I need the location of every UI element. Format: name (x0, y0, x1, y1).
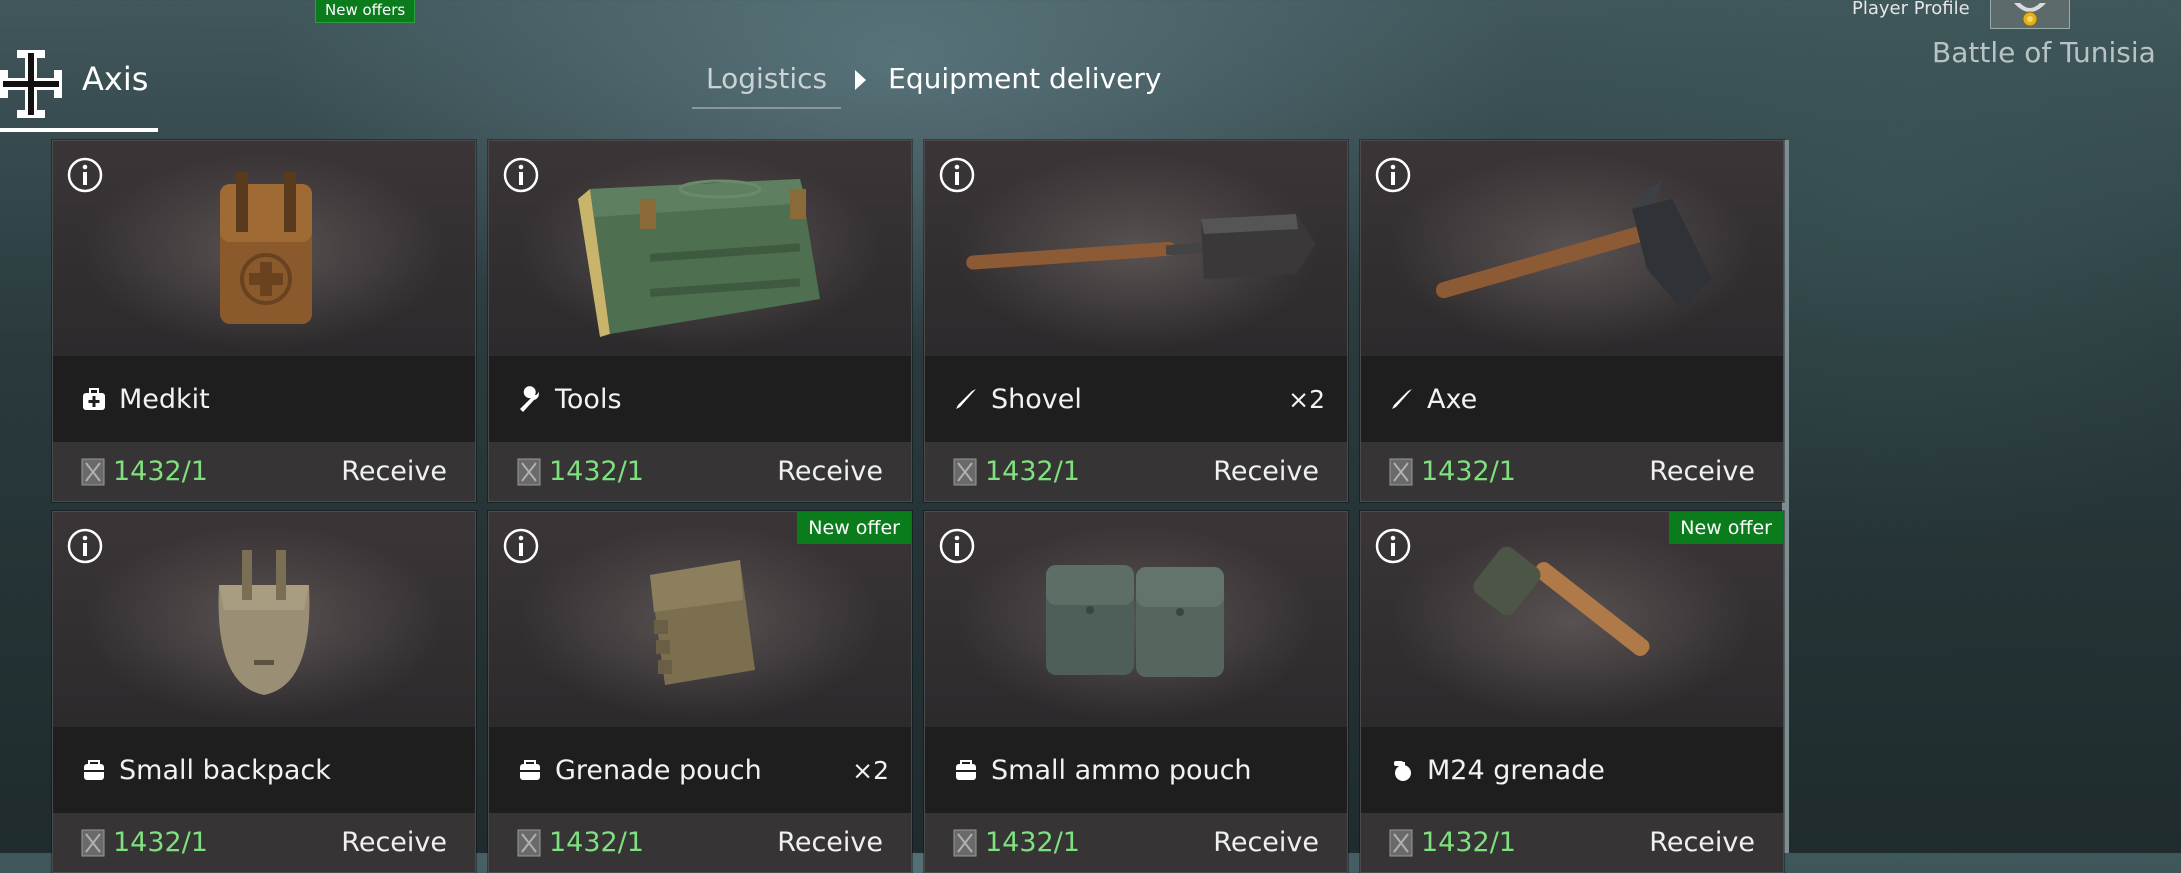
receive-button[interactable]: Receive (1649, 456, 1755, 487)
item-title-bar: M24 grenade (1361, 727, 1783, 813)
receive-button[interactable]: Receive (1649, 827, 1755, 858)
item-footer: 1432/1 Receive (489, 813, 911, 872)
info-icon[interactable] (67, 157, 103, 193)
page-title: Equipment delivery (888, 62, 1162, 95)
player-profile-label[interactable]: Player Profile (1852, 0, 1970, 18)
ticket-icon (1389, 829, 1413, 856)
breadcrumb-logistics-link[interactable]: Logistics (692, 62, 842, 109)
item-quantity: ×2 (1288, 384, 1325, 414)
item-image-small-ammo-pouch (925, 512, 1347, 727)
item-image-m24-grenade (1361, 512, 1783, 727)
info-icon[interactable] (503, 528, 539, 564)
item-card-medkit[interactable]: Medkit 1432/1 Receive (52, 140, 476, 502)
item-image-shovel (925, 141, 1347, 356)
breadcrumb: Logistics Equipment delivery (692, 62, 1161, 114)
item-name: Axe (1427, 383, 1478, 415)
ticket-icon (953, 829, 977, 856)
receive-button[interactable]: Receive (1213, 456, 1319, 487)
grenade-icon (1389, 757, 1415, 783)
item-title-bar: Tools (489, 356, 911, 442)
wrench-icon (517, 386, 543, 412)
item-card-small-backpack[interactable]: Small backpack 1432/1 Receive (52, 511, 476, 873)
receive-button[interactable]: Receive (1213, 827, 1319, 858)
item-footer: 1432/1 Receive (53, 442, 475, 501)
ticket-icon (1389, 458, 1413, 485)
item-name: Small backpack (119, 754, 331, 786)
item-title-bar: Medkit (53, 356, 475, 442)
item-card-small-ammo-pouch[interactable]: Small ammo pouch 1432/1 Receive (924, 511, 1348, 873)
item-name: Small ammo pouch (991, 754, 1252, 786)
item-cost: 1432/1 (549, 456, 644, 487)
item-footer: 1432/1 Receive (53, 813, 475, 872)
ticket-icon (81, 458, 105, 485)
receive-button[interactable]: Receive (777, 827, 883, 858)
item-title-bar: Axe (1361, 356, 1783, 442)
item-quantity: ×2 (852, 755, 889, 785)
item-image-small-backpack (53, 512, 475, 727)
item-card-axe[interactable]: Axe 1432/1 Receive (1360, 140, 1784, 502)
item-image-tools (489, 141, 911, 356)
item-card-tools[interactable]: Tools 1432/1 Receive (488, 140, 912, 502)
item-name: Grenade pouch (555, 754, 762, 786)
item-title-bar: Small backpack (53, 727, 475, 813)
info-icon[interactable] (1375, 157, 1411, 193)
item-name: Medkit (119, 383, 210, 415)
item-cost: 1432/1 (1421, 456, 1516, 487)
new-offer-badge: New offer (1669, 512, 1783, 544)
chevron-right-icon (855, 70, 867, 90)
item-cost: 1432/1 (113, 827, 208, 858)
item-cost: 1432/1 (549, 827, 644, 858)
info-icon[interactable] (939, 528, 975, 564)
ticket-icon (953, 458, 977, 485)
medkit-icon (81, 386, 107, 412)
ticket-icon (81, 829, 105, 856)
item-name: Shovel (991, 383, 1082, 415)
player-rank-badge-icon[interactable] (1990, 0, 2070, 29)
balkenkreuz-icon (0, 50, 62, 118)
item-footer: 1432/1 Receive (489, 442, 911, 501)
bag-icon (953, 757, 979, 783)
bag-icon (81, 757, 107, 783)
info-icon[interactable] (67, 528, 103, 564)
ticket-icon (517, 458, 541, 485)
faction-selector[interactable]: Axis (0, 48, 158, 132)
ticket-icon (517, 829, 541, 856)
bag-icon (517, 757, 543, 783)
item-image-grenade-pouch (489, 512, 911, 727)
item-cost: 1432/1 (113, 456, 208, 487)
blade-icon (1389, 386, 1415, 412)
blade-icon (953, 386, 979, 412)
battle-name[interactable]: Battle of Tunisia (1932, 36, 2156, 69)
item-card-shovel[interactable]: Shovel ×2 1432/1 Receive (924, 140, 1348, 502)
item-footer: 1432/1 Receive (925, 442, 1347, 501)
receive-button[interactable]: Receive (341, 456, 447, 487)
item-footer: 1432/1 Receive (1361, 813, 1783, 872)
receive-button[interactable]: Receive (341, 827, 447, 858)
item-title-bar: Small ammo pouch (925, 727, 1347, 813)
new-offer-badge: New offer (797, 512, 911, 544)
item-footer: 1432/1 Receive (925, 813, 1347, 872)
item-title-bar: Shovel ×2 (925, 356, 1347, 442)
new-offers-badge[interactable]: New offers (315, 0, 416, 23)
item-name: M24 grenade (1427, 754, 1605, 786)
item-cost: 1432/1 (985, 456, 1080, 487)
item-name: Tools (555, 383, 622, 415)
info-icon[interactable] (939, 157, 975, 193)
item-cost: 1432/1 (985, 827, 1080, 858)
faction-name: Axis (82, 60, 149, 98)
item-image-medkit (53, 141, 475, 356)
item-card-grenade-pouch[interactable]: New offer Grenade pouch ×2 1432/1 Receiv… (488, 511, 912, 873)
receive-button[interactable]: Receive (777, 456, 883, 487)
info-icon[interactable] (1375, 528, 1411, 564)
item-image-axe (1361, 141, 1783, 356)
info-icon[interactable] (503, 157, 539, 193)
item-card-m24-grenade[interactable]: New offer M24 grenade 1432/1 Receive (1360, 511, 1784, 873)
item-footer: 1432/1 Receive (1361, 442, 1783, 501)
item-title-bar: Grenade pouch ×2 (489, 727, 911, 813)
item-cost: 1432/1 (1421, 827, 1516, 858)
